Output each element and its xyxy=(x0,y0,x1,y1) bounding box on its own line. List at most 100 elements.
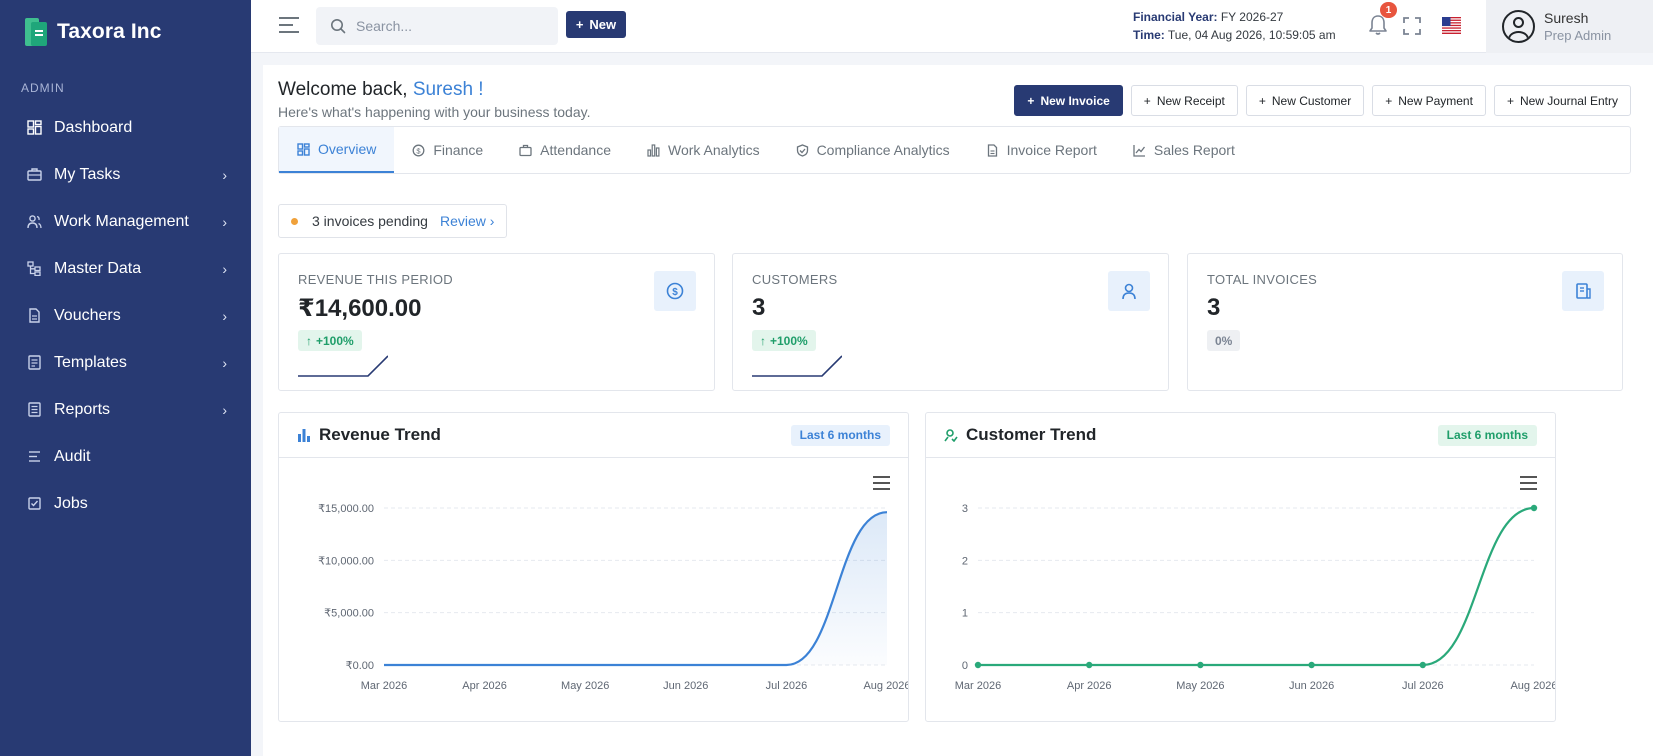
tab-attendance[interactable]: Attendance xyxy=(501,127,629,173)
users-icon xyxy=(26,214,42,230)
tab-invoice-report[interactable]: Invoice Report xyxy=(968,127,1115,173)
kpi-card-revenue: REVENUE THIS PERIOD ₹14,600.00 ↑ +100% $ xyxy=(278,253,715,391)
sidebar-item-label: Master Data xyxy=(54,259,142,277)
sidebar-item-vouchers[interactable]: Vouchers › xyxy=(0,292,251,339)
arrow-up-icon: ↑ xyxy=(760,333,766,348)
sidebar-item-dashboard[interactable]: Dashboard xyxy=(0,104,251,151)
kpi-card-invoices: TOTAL INVOICES 3 0% xyxy=(1187,253,1623,391)
tab-label: Compliance Analytics xyxy=(816,142,950,158)
x-tick-label: Apr 2026 xyxy=(462,680,507,692)
finance-icon: $ xyxy=(412,144,425,157)
tab-label: Attendance xyxy=(540,142,612,158)
kpi-badge: 0% xyxy=(1207,330,1241,351)
brand-name: Taxora Inc xyxy=(57,20,162,43)
financial-info: Financial Year: FY 2026-27 Time: Tue, 04… xyxy=(1133,8,1336,44)
plus-icon: + xyxy=(1385,93,1393,108)
y-tick-label: ₹5,000.00 xyxy=(324,608,374,620)
x-tick-label: May 2026 xyxy=(561,680,609,692)
arrow-up-icon: ↑ xyxy=(306,333,312,348)
bar-chart-icon xyxy=(298,429,310,442)
overview-icon xyxy=(297,142,310,156)
plus-icon: + xyxy=(1143,93,1151,108)
sidebar-item-label: Reports xyxy=(54,400,111,418)
user-menu[interactable]: Suresh Prep Admin xyxy=(1486,0,1653,53)
chevron-right-icon: › xyxy=(222,401,227,418)
fullscreen-icon[interactable] xyxy=(1402,16,1422,36)
welcome-user-name: Suresh ! xyxy=(412,79,484,100)
sidebar-item-work-management[interactable]: Work Management › xyxy=(0,198,251,245)
new-invoice-button[interactable]: + New Invoice xyxy=(1014,85,1123,116)
attendance-icon xyxy=(519,144,532,157)
brand[interactable]: Taxora Inc xyxy=(0,0,251,64)
chevron-right-icon: › xyxy=(222,213,227,230)
list-icon xyxy=(26,449,42,465)
y-tick-label: 0 xyxy=(962,660,968,672)
x-tick-label: Apr 2026 xyxy=(1067,680,1112,692)
sidebar-item-audit[interactable]: Audit xyxy=(0,433,251,480)
data-point[interactable] xyxy=(1530,504,1538,512)
new-button[interactable]: + New xyxy=(566,11,626,38)
sidebar-item-label: Vouchers xyxy=(54,306,121,324)
data-point[interactable] xyxy=(1419,661,1426,669)
svg-text:$: $ xyxy=(672,287,678,298)
tab-compliance-analytics[interactable]: Compliance Analytics xyxy=(778,127,968,173)
sidebar-item-label: Dashboard xyxy=(54,118,133,136)
revenue-sparkline xyxy=(298,355,388,377)
new-payment-button[interactable]: + New Payment xyxy=(1372,85,1486,116)
tab-work-analytics[interactable]: Work Analytics xyxy=(629,127,778,173)
data-point[interactable] xyxy=(1308,661,1315,669)
notification-badge: 1 xyxy=(1380,2,1397,18)
data-point[interactable] xyxy=(1086,661,1093,669)
invoice-icon xyxy=(986,143,999,157)
search-box[interactable] xyxy=(316,7,558,45)
y-tick-label: ₹15,000.00 xyxy=(318,503,374,515)
sidebar-item-label: Work Management xyxy=(54,212,189,230)
sidebar-item-master-data[interactable]: Master Data › xyxy=(0,245,251,292)
tab-finance[interactable]: $ Finance xyxy=(394,127,501,173)
sidebar-item-templates[interactable]: Templates › xyxy=(0,339,251,386)
action-label: New Invoice xyxy=(1040,93,1110,108)
kpi-card-customers: CUSTOMERS 3 ↑ +100% xyxy=(732,253,1169,391)
plus-icon: + xyxy=(1506,93,1514,108)
sidebar-item-jobs[interactable]: Jobs xyxy=(0,480,251,527)
sidebar-item-label: Templates xyxy=(54,353,127,371)
action-label: New Customer xyxy=(1271,93,1352,108)
topbar: + New Financial Year: FY 2026-27 Time: T… xyxy=(251,0,1653,53)
tab-overview[interactable]: Overview xyxy=(279,127,395,173)
user-name: Suresh xyxy=(1544,10,1589,26)
revenue-trend-card: Revenue Trend Last 6 months ₹0.00 ₹5,000.… xyxy=(278,412,909,722)
data-point[interactable] xyxy=(1197,661,1204,669)
new-customer-button[interactable]: + New Customer xyxy=(1245,85,1365,116)
financial-year-label: Financial Year: xyxy=(1133,10,1218,24)
search-input[interactable] xyxy=(356,18,536,34)
x-tick-label: Jun 2026 xyxy=(663,680,708,692)
x-tick-label: Jul 2026 xyxy=(766,680,808,692)
customer-chart: 0 1 2 3 Mar 2026 Apr 2026 May 2026 Jun 2026 Jul … xyxy=(955,503,1555,692)
time-value: Tue, 04 Aug 2026, 10:59:05 am xyxy=(1167,28,1336,42)
quick-actions: + New Invoice + New Receipt + New Customer + Ne… xyxy=(1014,85,1631,116)
x-tick-label: Mar 2026 xyxy=(955,680,1001,692)
sidebar-item-my-tasks[interactable]: My Tasks › xyxy=(0,151,251,198)
review-link[interactable]: Review › xyxy=(440,213,494,229)
series-area xyxy=(384,512,887,665)
sidebar-item-label: Jobs xyxy=(54,494,88,512)
pending-invoices-alert: 3 invoices pending Review › xyxy=(278,204,507,238)
new-journal-entry-button[interactable]: + New Journal Entry xyxy=(1493,85,1631,116)
plus-icon: + xyxy=(1027,93,1035,108)
data-point[interactable] xyxy=(974,661,982,669)
new-receipt-button[interactable]: + New Receipt xyxy=(1130,85,1238,116)
hamburger-menu-icon[interactable] xyxy=(279,17,301,35)
action-label: New Payment xyxy=(1398,93,1473,108)
card-title: Revenue Trend xyxy=(319,425,441,444)
invoice-icon xyxy=(1562,271,1604,311)
tab-sales-report[interactable]: Sales Report xyxy=(1115,127,1253,173)
line-chart-icon xyxy=(1133,144,1146,157)
chevron-right-icon: › xyxy=(222,260,227,277)
action-label: New Receipt xyxy=(1156,93,1225,108)
sidebar-item-reports[interactable]: Reports › xyxy=(0,386,251,433)
y-tick-label: ₹0.00 xyxy=(346,660,374,672)
us-flag-icon[interactable] xyxy=(1442,17,1461,34)
kpi-badge: ↑ +100% xyxy=(752,330,816,351)
time-label: Time: xyxy=(1133,28,1165,42)
financial-year-value: FY 2026-27 xyxy=(1220,10,1284,24)
